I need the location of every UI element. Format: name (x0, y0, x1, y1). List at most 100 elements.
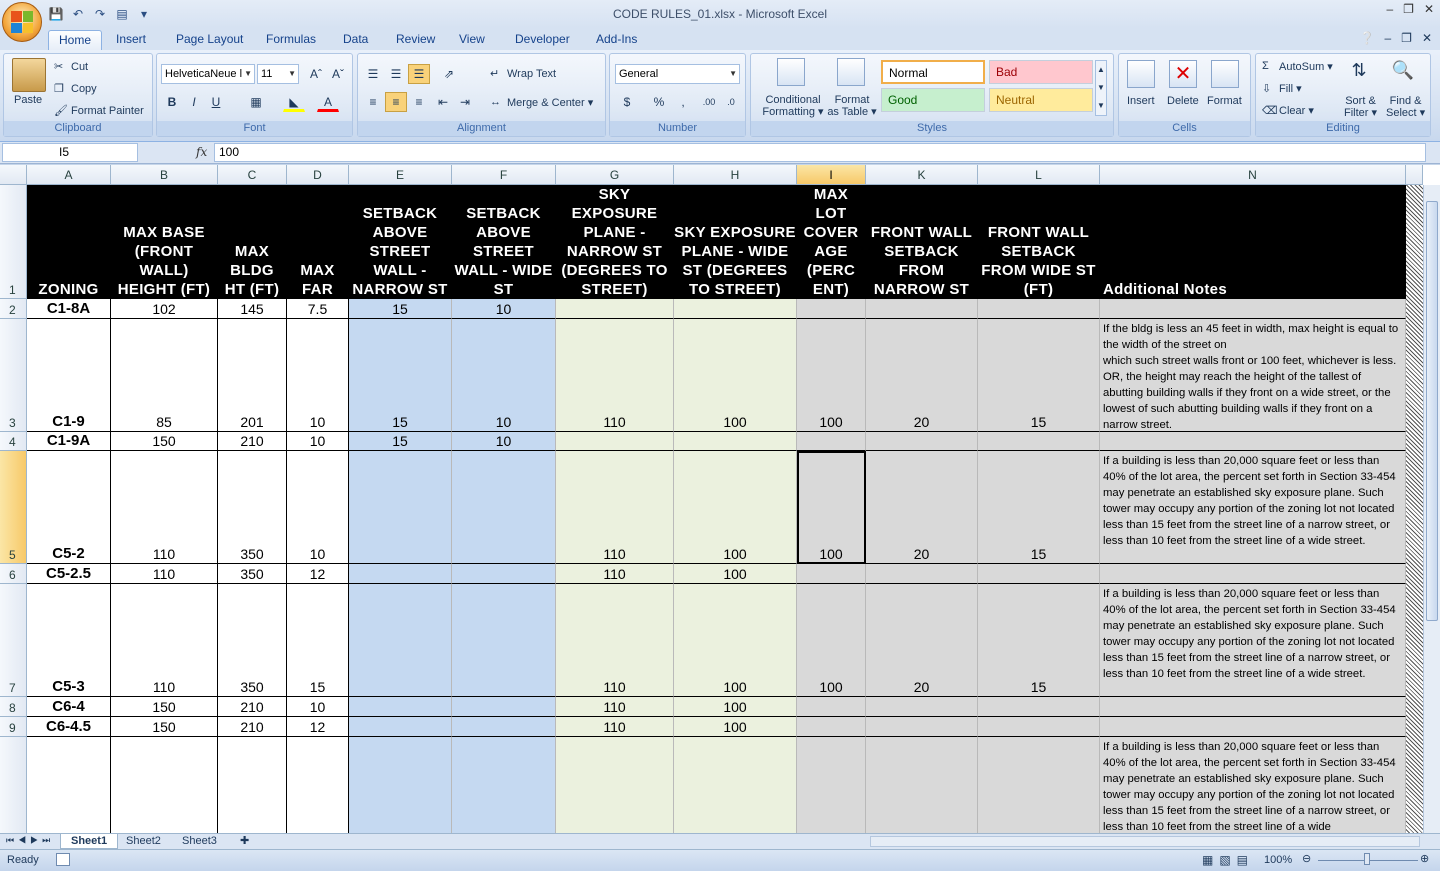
cell-d8[interactable]: 10 (287, 697, 349, 717)
cell-b7[interactable]: 110 (111, 584, 218, 697)
header-cell-e[interactable]: SETBACK ABOVE STREET WALL - NARROW ST (349, 185, 452, 299)
cell-g6[interactable]: 110 (556, 564, 674, 584)
tab-developer[interactable]: Developer (505, 30, 580, 50)
align-center-icon[interactable]: ≡ (385, 92, 407, 112)
office-button[interactable] (2, 2, 42, 42)
cell-h5[interactable]: 100 (674, 451, 797, 564)
cell-e8[interactable] (349, 697, 452, 717)
column-header-e[interactable]: E (349, 165, 452, 185)
cell-a2[interactable]: C1-8A (27, 299, 111, 319)
underline-button[interactable]: U (205, 92, 227, 112)
column-header-n[interactable]: N (1100, 165, 1406, 185)
header-cell-h[interactable]: SKY EXPOSURE PLANE - WIDE ST (DEGREES TO… (674, 185, 797, 299)
ribbon-minimize-icon[interactable]: – (1384, 31, 1391, 45)
cell-k2[interactable] (866, 299, 978, 319)
fill-button[interactable]: ⇩ Fill ▾ (1262, 82, 1302, 96)
column-header-k[interactable]: K (866, 165, 978, 185)
cell-enext[interactable] (349, 737, 452, 833)
borders-icon[interactable]: ▦ (245, 92, 267, 112)
style-neutral[interactable]: Neutral (989, 88, 1093, 112)
cell-n5[interactable]: If a building is less than 20,000 square… (1100, 451, 1406, 564)
cell-i8[interactable] (797, 697, 866, 717)
row-header-next[interactable] (0, 737, 27, 833)
cell-g2[interactable] (556, 299, 674, 319)
insert-sheet-icon[interactable]: ✚ (230, 834, 259, 849)
cell-k4[interactable] (866, 432, 978, 451)
zoom-slider-thumb[interactable] (1364, 853, 1370, 865)
wrap-text-button[interactable]: ↵ Wrap Text (490, 67, 556, 81)
cell-i6[interactable] (797, 564, 866, 584)
format-cells-button[interactable]: Format (1207, 95, 1242, 107)
copy-button[interactable]: ❐ Copy (54, 82, 97, 96)
cell-b8[interactable]: 150 (111, 697, 218, 717)
column-header-b[interactable]: B (111, 165, 218, 185)
cell-n6[interactable] (1100, 564, 1406, 584)
cell-n4[interactable] (1100, 432, 1406, 451)
column-header-c[interactable]: C (218, 165, 287, 185)
cell-f6[interactable] (452, 564, 556, 584)
view-buttons[interactable]: ▦▧▤ (1202, 853, 1254, 867)
column-header-h[interactable]: H (674, 165, 797, 185)
cell-l3[interactable]: 15 (978, 319, 1100, 432)
tab-data[interactable]: Data (333, 30, 378, 50)
format-as-table-button[interactable]: Format as Table ▾ (825, 94, 879, 118)
cell-e9[interactable] (349, 717, 452, 737)
fx-icon[interactable]: fx (196, 145, 207, 159)
zoom-in-icon[interactable]: ⊕ (1420, 852, 1429, 865)
cell-k9[interactable] (866, 717, 978, 737)
cell-g8[interactable]: 110 (556, 697, 674, 717)
tab-home[interactable]: Home (48, 30, 103, 50)
cell-e4[interactable]: 15 (349, 432, 452, 451)
cell-f5[interactable] (452, 451, 556, 564)
tab-insert[interactable]: Insert (106, 30, 156, 50)
cell-c3[interactable]: 201 (218, 319, 287, 432)
cell-e2[interactable]: 15 (349, 299, 452, 319)
cell-h8[interactable]: 100 (674, 697, 797, 717)
paste-button[interactable]: Paste (14, 94, 42, 106)
cell-n2[interactable] (1100, 299, 1406, 319)
cell-i2[interactable] (797, 299, 866, 319)
row-header-3[interactable]: 3 (0, 319, 27, 432)
cell-d5[interactable]: 10 (287, 451, 349, 564)
cell-f3[interactable]: 10 (452, 319, 556, 432)
header-cell-g[interactable]: SKY EXPOSURE PLANE - NARROW ST (DEGREES … (556, 185, 674, 299)
sheet-tab-1[interactable]: Sheet1 (60, 834, 119, 849)
tab-page-layout[interactable]: Page Layout (166, 30, 253, 50)
ribbon-restore-icon[interactable]: ❐ (1401, 31, 1412, 45)
find-select-button[interactable]: Find & Select ▾ (1386, 95, 1425, 119)
style-bad[interactable]: Bad (989, 60, 1093, 84)
cell-knext[interactable] (866, 737, 978, 833)
row-header-5[interactable]: 5 (0, 451, 27, 564)
cell-n9[interactable] (1100, 717, 1406, 737)
cell-e3[interactable]: 15 (349, 319, 452, 432)
cell-l5[interactable]: 15 (978, 451, 1100, 564)
align-top-icon[interactable]: ☰ (362, 64, 384, 84)
currency-button[interactable]: $ (616, 92, 638, 112)
cell-h3[interactable]: 100 (674, 319, 797, 432)
cell-h6[interactable]: 100 (674, 564, 797, 584)
column-header-f[interactable]: F (452, 165, 556, 185)
cell-gnext[interactable] (556, 737, 674, 833)
align-middle-icon[interactable]: ☰ (385, 64, 407, 84)
fill-color-icon[interactable]: ◣ (283, 92, 305, 112)
increase-decimal-icon[interactable]: .00 (698, 92, 720, 112)
cell-hnext[interactable] (674, 737, 797, 833)
cell-n3[interactable]: If the bldg is less an 45 feet in width,… (1100, 319, 1406, 432)
cell-k7[interactable]: 20 (866, 584, 978, 697)
row-header-2[interactable]: 2 (0, 299, 27, 319)
cell-f2[interactable]: 10 (452, 299, 556, 319)
cell-b9[interactable]: 150 (111, 717, 218, 737)
cell-i9[interactable] (797, 717, 866, 737)
formula-input[interactable]: 100 (214, 143, 1426, 162)
decrease-indent-icon[interactable]: ⇤ (432, 92, 454, 112)
cell-k3[interactable]: 20 (866, 319, 978, 432)
cell-d9[interactable]: 12 (287, 717, 349, 737)
cell-c2[interactable]: 145 (218, 299, 287, 319)
cell-c4[interactable]: 210 (218, 432, 287, 451)
cell-i7[interactable]: 100 (797, 584, 866, 697)
font-name-select[interactable]: HelveticaNeue l ▼ (161, 64, 255, 84)
tab-formulas[interactable]: Formulas (256, 30, 326, 50)
cell-n7[interactable]: If a building is less than 20,000 square… (1100, 584, 1406, 697)
row-header-1[interactable]: 1 (0, 185, 27, 299)
cell-l9[interactable] (978, 717, 1100, 737)
